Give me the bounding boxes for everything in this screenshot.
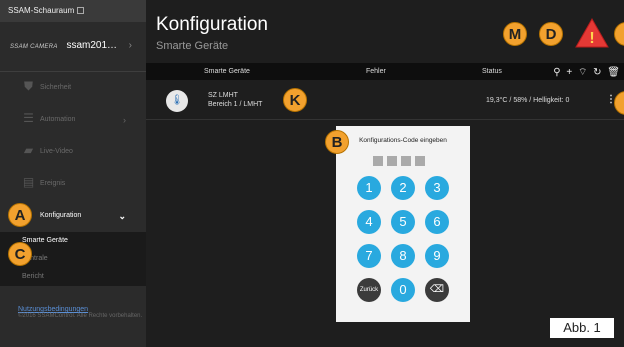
column-header-devices: Smarte Geräte <box>204 68 250 75</box>
trash-icon[interactable]: 🗑 <box>607 67 620 78</box>
annotation-badge-m: M <box>503 22 527 46</box>
code-digit-box <box>387 156 397 166</box>
annotation-badge-k: K <box>283 88 307 112</box>
terms-link[interactable]: Nutzungsbedingungen <box>18 306 146 313</box>
code-digit-box <box>401 156 411 166</box>
list-icon: ▤ <box>22 175 35 189</box>
key-1[interactable]: 1 <box>357 176 381 200</box>
key-0[interactable]: 0 <box>391 278 415 302</box>
device-area: Bereich 1 / LMHT <box>208 101 263 108</box>
location-title: SSAM-Schauraum <box>8 6 75 15</box>
key-3[interactable]: 3 <box>425 176 449 200</box>
device-status: 19,3°C / 58% / Helligkeit: 0 <box>486 97 570 104</box>
page-subtitle: Smarte Geräte <box>156 40 229 52</box>
warning-mark: ! <box>589 30 594 47</box>
key-5[interactable]: 5 <box>391 210 415 234</box>
add-icon[interactable]: + <box>566 67 572 78</box>
sidebar-item-label: Ereignis <box>40 180 66 187</box>
toolbar: ⚲ + ⌔ ↻ 🗑 <box>550 66 620 79</box>
code-digit-boxes <box>373 153 429 171</box>
key-4[interactable]: 4 <box>357 210 381 234</box>
column-header-status: Status <box>482 68 502 75</box>
search-icon[interactable]: ⚲ <box>553 67 560 78</box>
annotation-badge-b: B <box>325 130 349 154</box>
annotation-badge-d: D <box>539 22 563 46</box>
sidebar-item-label: Sicherheit <box>40 84 72 91</box>
user-panel[interactable]: SSAM CAMERA ssam201… › <box>0 22 146 72</box>
keypad-title: Konfigurations-Code eingeben <box>359 137 447 144</box>
key-2[interactable]: 2 <box>391 176 415 200</box>
key-6[interactable]: 6 <box>425 210 449 234</box>
chevron-right-icon: › <box>128 40 132 51</box>
shield-icon: ⛊ <box>23 79 33 93</box>
brand-logo: SSAM CAMERA <box>10 44 58 50</box>
sidebar-item-label: Automation <box>40 116 76 123</box>
sidebar-item-sicherheit[interactable]: ⛊ Sicherheit <box>0 72 146 104</box>
camera-icon: ▰ <box>23 143 34 157</box>
location-header[interactable]: SSAM-Schauraum <box>0 0 146 22</box>
copyright-text: ©2016 SSAMControl. Alle Rechte vorbehalt… <box>18 313 143 319</box>
back-button[interactable]: Zurück <box>357 278 381 302</box>
sidebar-item-automation[interactable]: ☰ Automation › <box>0 104 146 136</box>
column-header-fehler: Fehler <box>366 68 386 75</box>
user-name: ssam201… <box>66 40 118 51</box>
chevron-right-icon: › <box>123 115 126 125</box>
sidebar-item-ereignis[interactable]: ▤ Ereignis <box>0 168 146 200</box>
annotation-badge-a: A <box>8 203 32 227</box>
wifi-icon[interactable]: ⌔ <box>578 67 587 78</box>
config-code-keypad: Konfigurations-Code eingeben 1 2 3 4 5 6… <box>336 126 470 322</box>
sidebar-item-label: Konfiguration <box>40 212 82 219</box>
key-8[interactable]: 8 <box>391 244 415 268</box>
key-7[interactable]: 7 <box>357 244 381 268</box>
table-header: Smarte Geräte Fehler Status ⚲ + ⌔ ↻ 🗑 <box>146 63 624 80</box>
device-name: SZ LMHT <box>208 92 238 99</box>
key-9[interactable]: 9 <box>425 244 449 268</box>
page-title: Konfiguration <box>156 14 268 35</box>
sliders-icon: ☰ <box>23 111 34 125</box>
code-digit-box <box>415 156 425 166</box>
sensor-icon: 🌡 <box>166 90 188 112</box>
backspace-icon[interactable]: ⌫ <box>425 278 449 302</box>
device-name-cell: SZ LMHT Bereich 1 / LMHT <box>208 91 262 109</box>
sidebar-item-label: Live-Video <box>40 148 73 155</box>
sidebar-item-live-video[interactable]: ▰ Live-Video <box>0 136 146 168</box>
figure-label: Abb. 1 <box>550 318 614 338</box>
annotation-badge-c: C <box>8 242 32 266</box>
sidebar: SSAM-Schauraum SSAM CAMERA ssam201… › ⛊ … <box>0 0 146 347</box>
edit-icon[interactable] <box>77 7 85 14</box>
table-row[interactable]: 🌡 SZ LMHT Bereich 1 / LMHT 19,3°C / 58% … <box>146 84 624 120</box>
chevron-down-icon: ⌄ <box>118 211 126 221</box>
warning-triangle-icon: ! <box>575 18 609 48</box>
submenu-item-bericht[interactable]: Bericht <box>0 268 146 286</box>
main-panel: Konfiguration Smarte Geräte Smarte Gerät… <box>146 0 624 347</box>
sidebar-footer: Nutzungsbedingungen ©2016 SSAMControl. A… <box>0 300 146 319</box>
refresh-icon[interactable]: ↻ <box>593 67 601 78</box>
code-digit-box <box>373 156 383 166</box>
